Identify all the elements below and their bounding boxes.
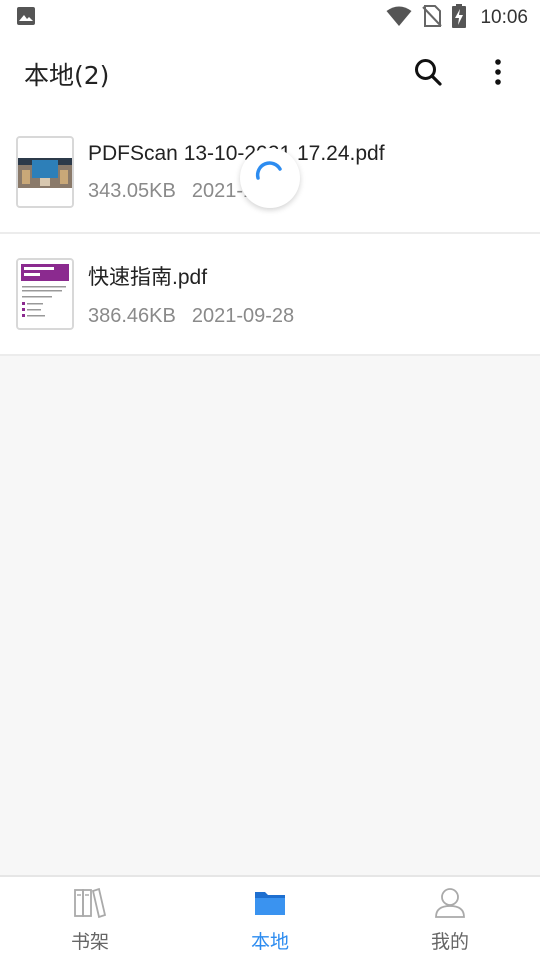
spinner-icon xyxy=(252,158,288,198)
nav-item-local[interactable]: 本地 xyxy=(180,877,360,960)
search-button[interactable] xyxy=(410,56,446,92)
status-bar: 10:06 xyxy=(0,0,540,36)
person-icon xyxy=(433,887,467,923)
file-name: PDFScan 13-10-2021 17.24.pdf xyxy=(88,141,385,165)
no-sim-icon xyxy=(422,4,443,32)
more-options-button[interactable] xyxy=(480,56,516,92)
wifi-icon xyxy=(386,5,412,31)
battery-charging-icon xyxy=(452,4,467,32)
app-bar: 本地(2) xyxy=(0,36,540,112)
status-time: 10:06 xyxy=(480,7,528,28)
search-icon xyxy=(413,57,443,91)
page-title: 本地(2) xyxy=(24,61,110,90)
bookshelf-icon xyxy=(73,887,107,923)
file-thumbnail xyxy=(16,136,74,208)
file-thumbnail xyxy=(16,258,74,330)
file-date: 2021-09-28 xyxy=(191,304,295,327)
bottom-nav: 书架 本地 我的 xyxy=(0,875,540,960)
folder-icon xyxy=(253,887,287,923)
nav-item-profile[interactable]: 我的 xyxy=(360,877,540,960)
nav-label: 书架 xyxy=(70,931,109,953)
file-name: 快速指南.pdf xyxy=(88,265,208,289)
more-vert-icon xyxy=(494,58,502,90)
nav-label: 我的 xyxy=(430,931,469,953)
image-icon xyxy=(16,6,36,30)
file-item-quick-guide[interactable]: 快速指南.pdf 386.46KB 2021-09-28 xyxy=(0,234,540,356)
file-size: 386.46KB xyxy=(88,304,176,327)
nav-label: 本地 xyxy=(250,931,289,953)
nav-item-bookshelf[interactable]: 书架 xyxy=(0,877,180,960)
file-size: 343.05KB xyxy=(88,179,176,202)
loading-spinner xyxy=(240,148,300,208)
